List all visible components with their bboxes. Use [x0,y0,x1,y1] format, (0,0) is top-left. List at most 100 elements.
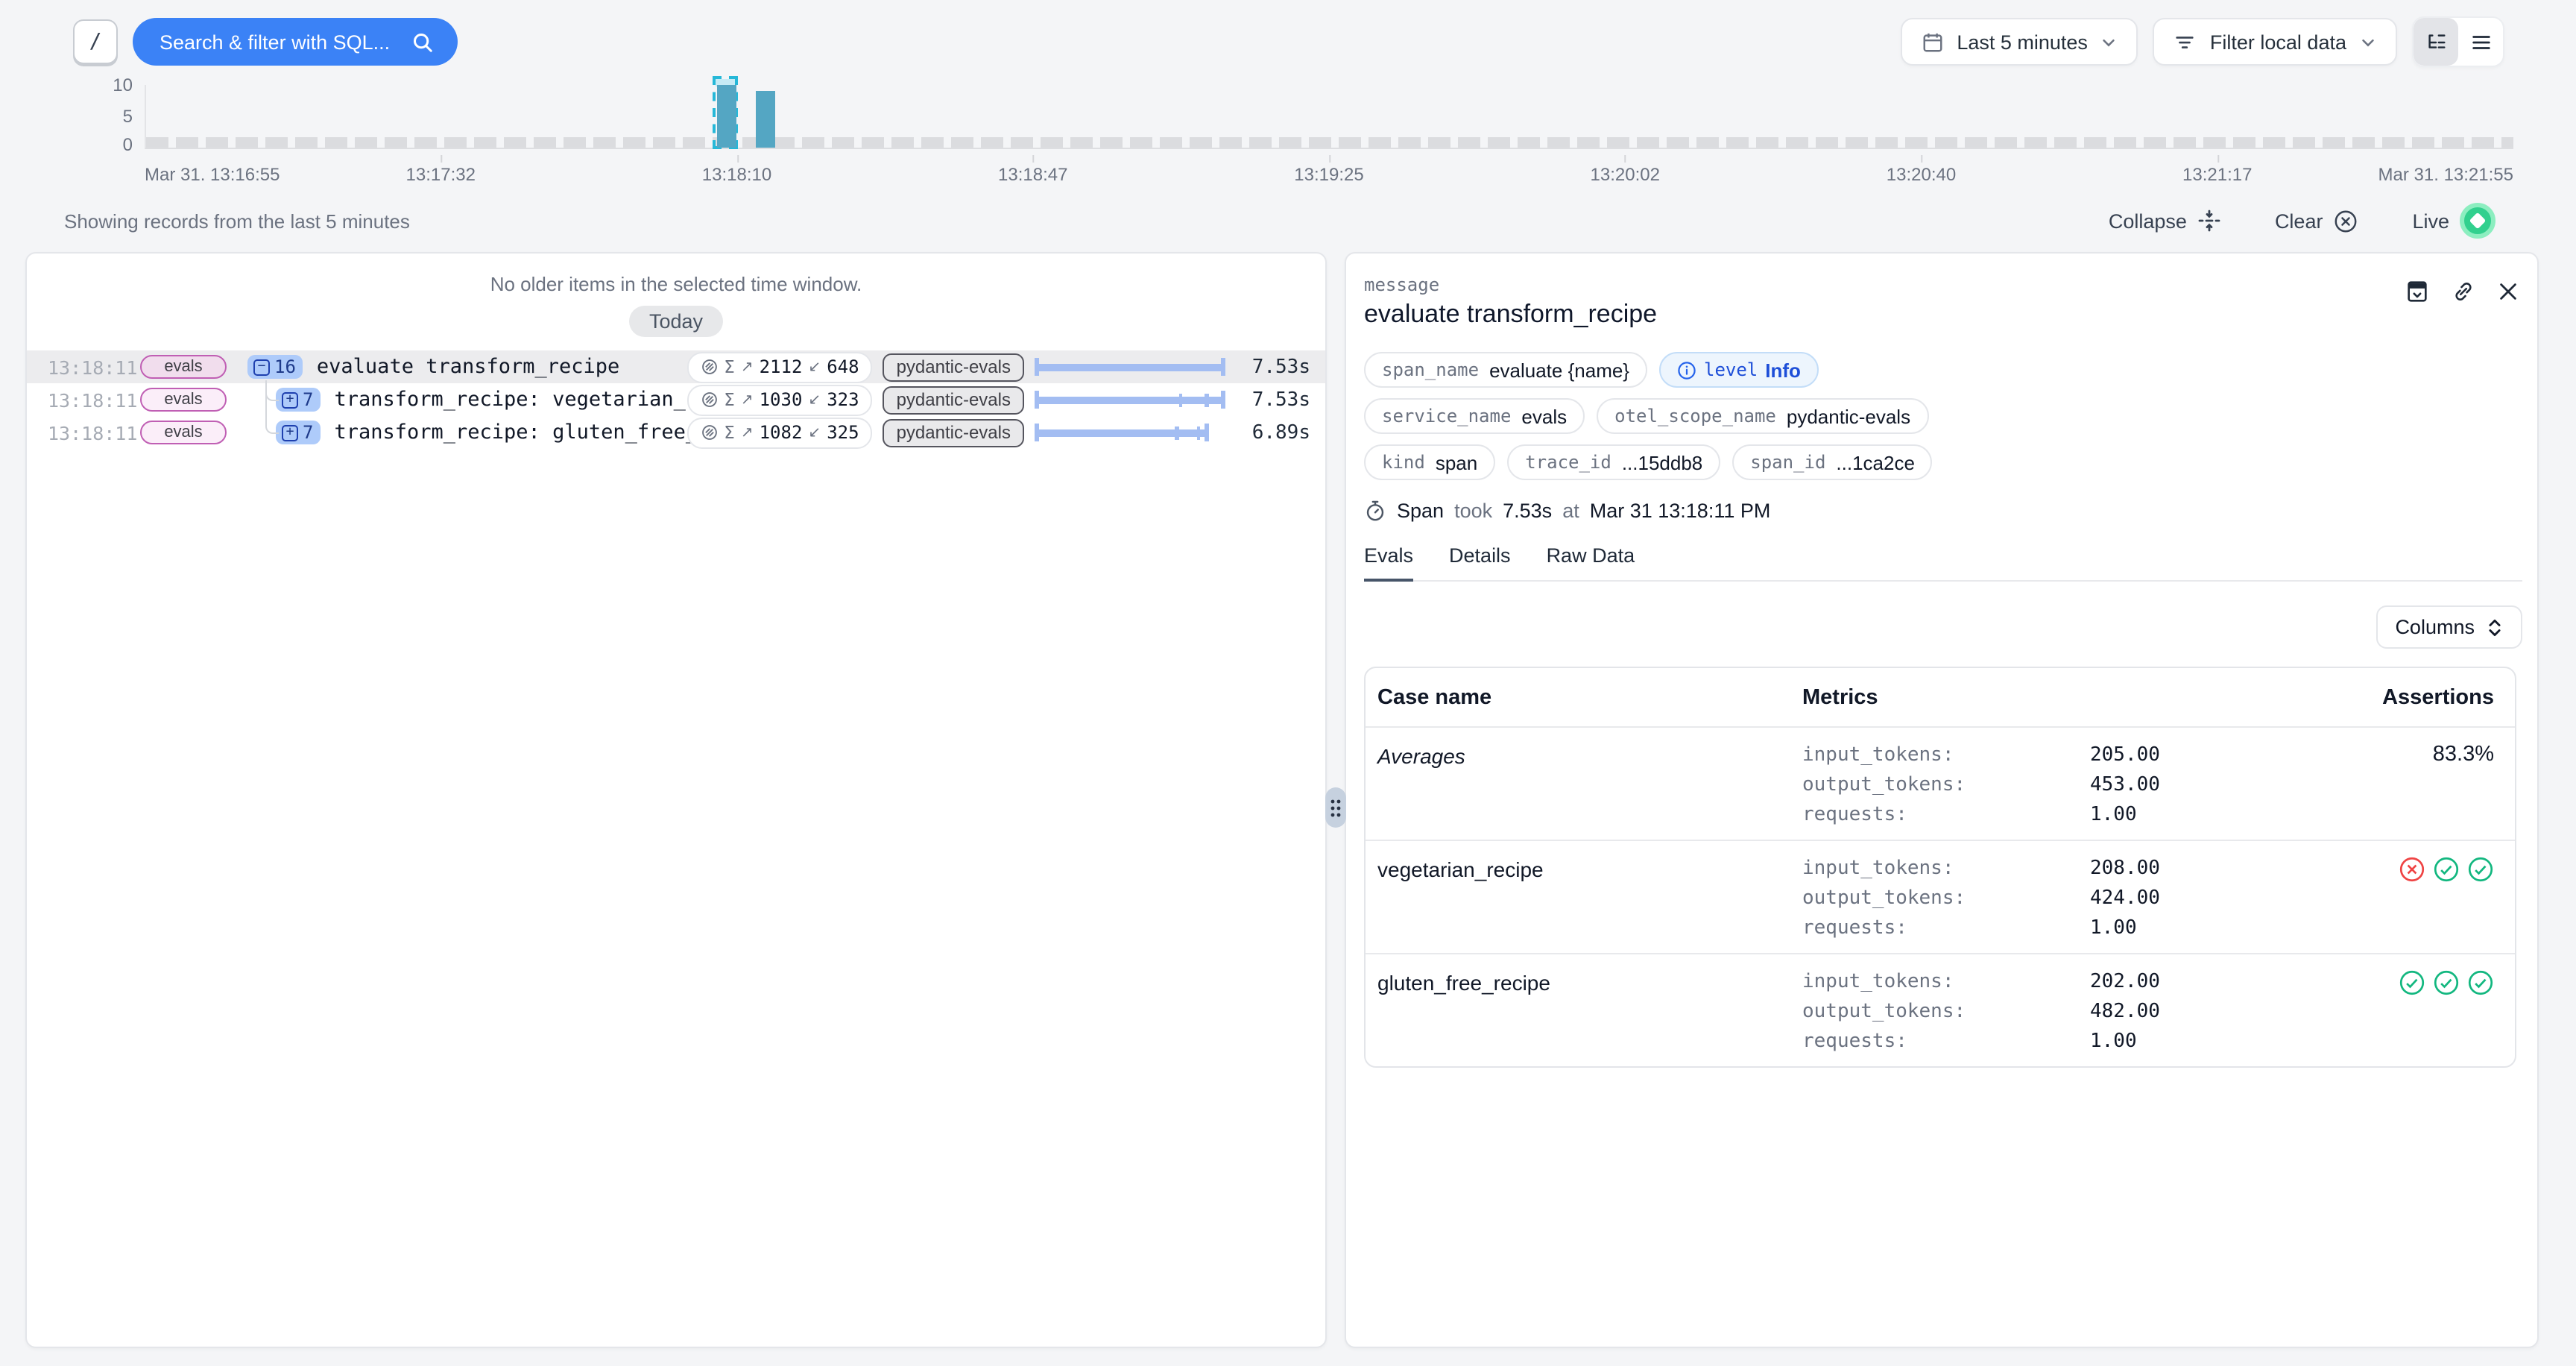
metrics-cell: input_tokens:208.00 output_tokens:424.00… [1802,854,2285,944]
duration-text: 7.53s [1233,388,1310,411]
detail-tabs: Evals Details Raw Data [1364,544,2522,582]
input-tokens: 1082 [760,422,803,443]
status-bar: Showing records from the last 5 minutes … [64,201,2504,240]
span-name-chip[interactable]: span_name evaluate {name} [1364,352,1647,388]
x-tick-label: 13:20:40 [1887,164,1956,185]
panel-resize-handle[interactable] [1325,787,1346,828]
y-tick-label: 5 [100,106,133,127]
tree-view-button[interactable] [2414,18,2458,66]
case-name: vegetarian_recipe [1377,854,1802,944]
slash-shortcut-key[interactable]: / [73,19,118,64]
case-name: gluten_free_recipe [1377,968,1802,1057]
trace-rows: 13:18:11 evals − 16 evaluate transform_r… [27,350,1325,449]
timeline-histogram: 10 5 0 Mar 31. 13:16:55 13:17:32 13:18:1… [145,85,2513,191]
copy-link-button[interactable] [2451,279,2476,304]
x-tick-label: 13:18:10 [702,164,771,185]
assertion-pass-icon [2399,969,2425,996]
tab-raw-data[interactable]: Raw Data [1547,544,1635,580]
level-chip[interactable]: level Info [1659,352,1819,388]
x-tick-label: 13:19:25 [1294,164,1363,185]
token-usage-pill: Σ ↗2112 ↙648 [686,351,872,383]
evals-table: Case name Metrics Assertions Averages in… [1364,667,2516,1068]
list-view-icon [2469,31,2492,53]
columns-button[interactable]: Columns [2375,605,2522,649]
assertion-pass-icon [2433,856,2460,883]
expand-children-chip[interactable]: + 7 [276,388,321,412]
col-metrics: Metrics [1802,686,2285,710]
case-name: Averages [1377,741,1802,831]
collapse-children-chip[interactable]: − 16 [247,355,303,379]
showing-records-text: Showing records from the last 5 minutes [64,210,410,232]
collapse-button[interactable]: Collapse [2100,207,2230,234]
assertions-cell [2285,854,2494,944]
row-right: Σ ↗1030 ↙323 pydantic-evals 7.53s [686,384,1310,415]
view-mode-toggle [2412,16,2504,67]
filter-label: Filter local data [2210,31,2346,53]
scope-tag[interactable]: pydantic-evals [883,385,1024,414]
row-main: + 7 transform_recipe: vegetarian_recipe [247,388,686,412]
evals-table-header: Case name Metrics Assertions [1366,668,2515,728]
input-tokens-arrow-icon: ↗ [741,424,754,441]
scope-tag[interactable]: pydantic-evals [883,418,1024,447]
table-row-gluten-free-recipe[interactable]: gluten_free_recipe input_tokens:202.00 o… [1366,953,2515,1066]
expand-children-chip[interactable]: + 7 [276,421,321,444]
list-view-button[interactable] [2458,18,2503,66]
search-button[interactable]: Search & filter with SQL... [133,18,457,66]
output-tokens-arrow-icon: ↙ [808,359,821,375]
scope-tag[interactable]: pydantic-evals [883,353,1024,381]
trace-id-chip[interactable]: trace_id ...15ddb8 [1507,444,1720,480]
histogram-plot[interactable] [145,85,2513,149]
record-kind-label: message [1364,274,2405,295]
stopwatch-icon [1364,500,1386,522]
tree-view-icon [2425,31,2447,53]
span-detail-panel: message evaluate transform_recipe [1345,252,2539,1348]
assertion-pass-icon [2467,969,2494,996]
evals-badge[interactable]: evals [140,355,227,379]
table-toolbar: Columns [1364,605,2522,649]
child-count: 16 [274,356,296,377]
child-count: 7 [303,389,313,410]
histogram-bar [716,85,736,148]
assertion-pass-icon [2467,856,2494,883]
trace-row-root[interactable]: 13:18:11 evals − 16 evaluate transform_r… [27,350,1325,383]
x-tick-label: 13:21:17 [2182,164,2252,185]
output-tokens-arrow-icon: ↙ [808,391,821,408]
evals-badge[interactable]: evals [140,421,227,444]
table-row-vegetarian-recipe[interactable]: vegetarian_recipe input_tokens:208.00 ou… [1366,840,2515,953]
output-tokens-arrow-icon: ↙ [808,424,821,441]
plus-box-icon: + [282,424,298,441]
collapse-button-label: Collapse [2109,210,2187,232]
row-right: Σ ↗2112 ↙648 pydantic-evals 7.53s [686,351,1310,383]
detail-titles: message evaluate transform_recipe [1364,274,2405,330]
output-tokens: 648 [827,356,859,377]
trace-row-child[interactable]: 13:18:11 evals + 7 transform_recipe: veg… [27,383,1325,416]
tab-evals[interactable]: Evals [1364,544,1413,580]
evals-badge[interactable]: evals [140,388,227,412]
table-row-averages[interactable]: Averages input_tokens:205.00 output_toke… [1366,728,2515,840]
date-chip[interactable]: Today [630,306,722,337]
time-range-button[interactable]: Last 5 minutes [1900,18,2138,66]
assertion-fail-icon [2399,856,2425,883]
kind-chip[interactable]: kind span [1364,444,1495,480]
row-timestamp: 13:18:11 [48,356,119,378]
duration-text: 7.53s [1233,356,1310,378]
close-panel-button[interactable] [2497,280,2519,303]
row-timestamp: 13:18:11 [48,388,119,411]
clear-button[interactable]: Clear [2266,207,2368,235]
duration-bar [1035,356,1222,377]
token-coin-icon [700,391,718,409]
service-name-chip[interactable]: service_name evals [1364,398,1585,434]
dock-panel-button[interactable] [2405,279,2430,304]
token-coin-icon [700,358,718,376]
otel-scope-chip[interactable]: otel_scope_name pydantic-evals [1597,398,1928,434]
row-timestamp: 13:18:11 [48,421,119,444]
tab-details[interactable]: Details [1449,544,1511,580]
live-toggle-button[interactable]: Live [2403,201,2504,240]
filter-local-data-button[interactable]: Filter local data [2153,18,2397,66]
detail-header-icons [2405,274,2522,304]
trace-row-child[interactable]: 13:18:11 evals + 7 transform_recipe: glu… [27,416,1325,449]
histogram-empty-dashes [146,137,2513,148]
y-tick-label: 0 [100,134,133,155]
trace-list-panel: No older items in the selected time wind… [25,252,1327,1348]
span-id-chip[interactable]: span_id ...1ca2ce [1732,444,1933,480]
